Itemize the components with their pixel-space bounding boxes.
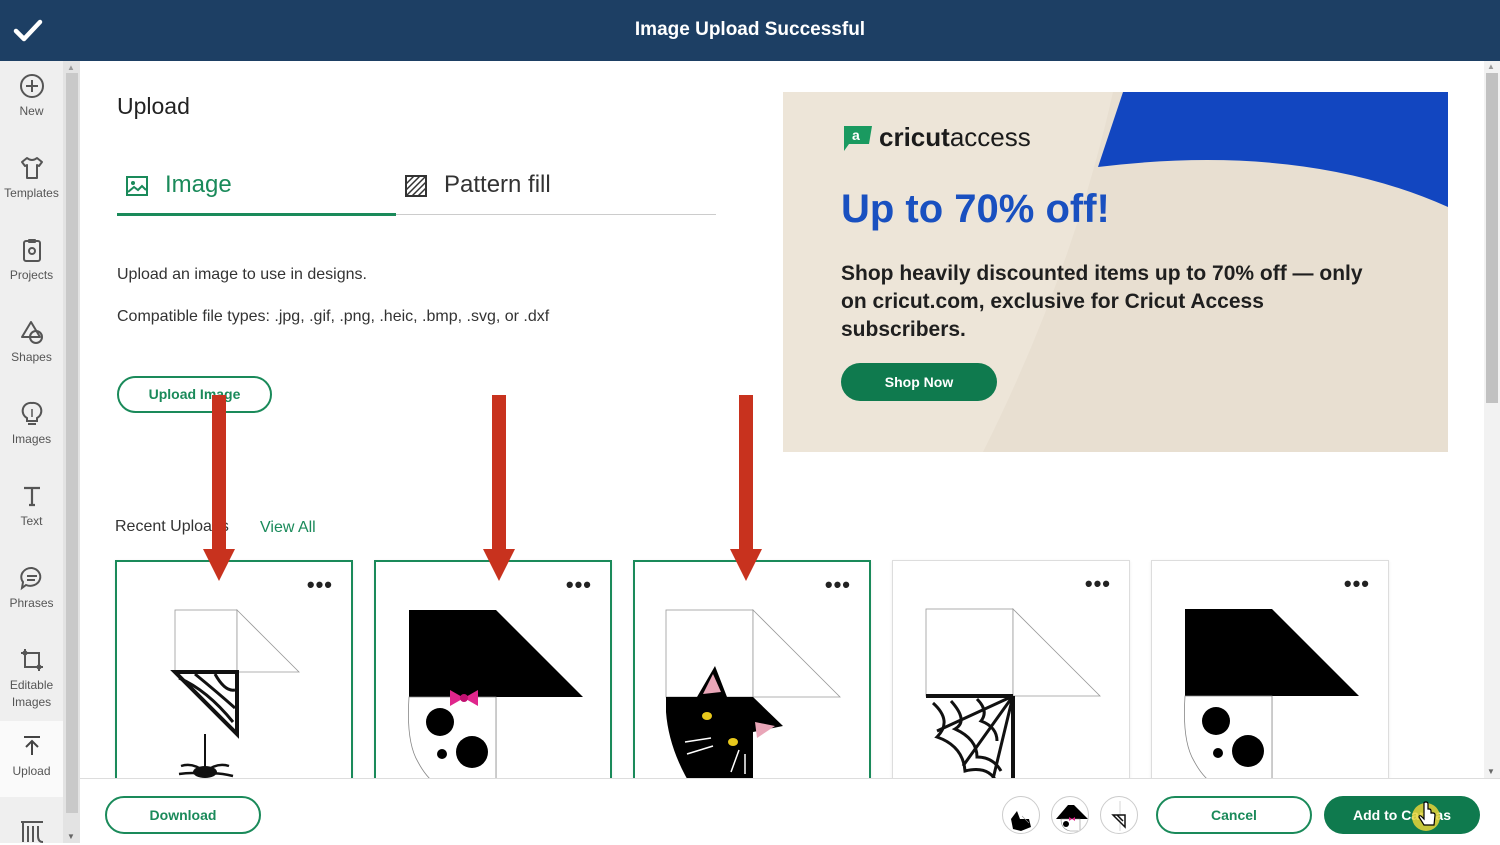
- sidebar-item-label: Text: [20, 514, 43, 528]
- upload-image-button[interactable]: Upload Image: [117, 376, 272, 413]
- plus-circle-icon: [19, 74, 44, 98]
- upload-description: Upload an image to use in designs.: [117, 266, 367, 283]
- dialog-title: Image Upload Successful: [634, 19, 866, 40]
- recent-upload-card[interactable]: •••: [374, 560, 612, 790]
- spider-web-image: [170, 609, 300, 778]
- scroll-down-icon[interactable]: ▼: [67, 832, 75, 841]
- ad-brand: cricutaccess: [879, 122, 1031, 153]
- selected-thumbnail[interactable]: [1002, 796, 1040, 834]
- sidebar-item-projects[interactable]: Projects: [0, 225, 63, 305]
- add-to-canvas-button[interactable]: Add to Canvas: [1324, 796, 1480, 834]
- cricut-access-ad: a cricutaccess Up to 70% off! Shop heavi…: [783, 92, 1448, 452]
- sidebar-item-label: Phrases: [9, 596, 54, 610]
- main-scrollbar[interactable]: ▲ ▼: [1484, 61, 1500, 778]
- brand-mark: a: [852, 127, 860, 143]
- brand-suffix: access: [949, 122, 1031, 152]
- sidebar-item-phrases[interactable]: Phrases: [0, 553, 63, 633]
- sidebar-item-label: Templates: [4, 186, 59, 200]
- clipboard-icon: [22, 239, 41, 262]
- view-all-link[interactable]: View All: [260, 519, 316, 537]
- bottom-action-bar: Download Cancel Add to Canvas: [80, 778, 1500, 843]
- sidebar-item-new[interactable]: New: [0, 61, 63, 141]
- cancel-button[interactable]: Cancel: [1156, 796, 1312, 834]
- sidebar-item-label: Projects: [9, 268, 54, 282]
- recent-upload-card[interactable]: •••: [633, 560, 871, 790]
- red-arrow-annotation: [203, 395, 235, 581]
- text-icon: [23, 486, 40, 507]
- tab-label: Pattern fill: [444, 171, 551, 198]
- selected-thumbnail[interactable]: [1100, 796, 1138, 834]
- sidebar-item-label: Shapes: [11, 350, 52, 364]
- sidebar-item-label: Editable Images: [9, 678, 54, 709]
- editable-image-icon: [20, 649, 43, 671]
- tab-image[interactable]: Image: [117, 168, 396, 216]
- ad-body: Shop heavily discounted items up to 70% …: [841, 262, 1363, 341]
- image-icon: [126, 176, 148, 196]
- ad-headline: Up to 70% off!: [841, 187, 1110, 231]
- sidebar-item-editable-images[interactable]: Editable Images: [0, 635, 63, 719]
- upload-icon: [23, 736, 40, 755]
- skull-image: [1184, 609, 1359, 789]
- sidebar-scrollbar[interactable]: ▲ ▼: [63, 61, 80, 843]
- scrollbar-thumb[interactable]: [66, 73, 78, 813]
- lightbulb-icon: [21, 401, 42, 425]
- top-bar: Image Upload Successful: [0, 0, 1500, 61]
- sidebar-item-monogram[interactable]: [0, 799, 63, 843]
- shirt-icon: [20, 157, 43, 179]
- web-thumbnail-icon: [1111, 801, 1126, 831]
- file-types-text: Compatible file types: .jpg, .gif, .png,…: [117, 308, 550, 325]
- sidebar-item-label: Upload: [12, 764, 51, 778]
- shapes-icon: [20, 321, 43, 344]
- page-title: Upload: [117, 93, 190, 119]
- scrollbar-thumb[interactable]: [1486, 73, 1498, 403]
- left-sidebar: New Templates Projects Shapes Images Tex…: [0, 61, 63, 843]
- speech-bubble-icon: [19, 566, 41, 591]
- red-arrow-annotation: [730, 395, 762, 581]
- black-cat-image: [665, 609, 841, 788]
- spider-web-corner-image: [925, 608, 1101, 789]
- red-arrow-annotation: [483, 395, 515, 581]
- scroll-down-icon[interactable]: ▼: [1487, 767, 1495, 776]
- sidebar-item-text[interactable]: Text: [0, 471, 63, 551]
- skull-bow-image: [408, 610, 583, 788]
- cat-thumbnail-icon: [1011, 811, 1031, 831]
- download-button[interactable]: Download: [105, 796, 261, 834]
- pattern-icon: [405, 175, 427, 197]
- brand-name: cricut: [879, 122, 950, 152]
- sidebar-item-upload[interactable]: Upload: [0, 721, 63, 797]
- selected-thumbnail[interactable]: [1051, 796, 1089, 834]
- sidebar-item-shapes[interactable]: Shapes: [0, 307, 63, 387]
- sidebar-item-label: New: [19, 104, 44, 118]
- recent-upload-card[interactable]: •••: [1151, 560, 1389, 790]
- monogram-icon: [20, 821, 43, 843]
- tab-pattern-fill[interactable]: Pattern fill: [396, 168, 716, 215]
- scroll-up-icon[interactable]: ▲: [1487, 62, 1495, 71]
- cricut-logo-icon: a: [844, 126, 872, 151]
- skull-thumbnail-icon: [1056, 805, 1088, 832]
- scroll-up-icon[interactable]: ▲: [67, 63, 75, 72]
- hand-cursor-icon: [1412, 801, 1440, 831]
- shop-now-button[interactable]: Shop Now: [841, 363, 997, 401]
- sidebar-item-templates[interactable]: Templates: [0, 143, 63, 223]
- recent-upload-card[interactable]: •••: [115, 560, 353, 790]
- recent-upload-card[interactable]: •••: [892, 560, 1130, 790]
- tab-label: Image: [165, 171, 232, 198]
- sidebar-item-images[interactable]: Images: [0, 389, 63, 469]
- sidebar-item-label: Images: [11, 432, 52, 446]
